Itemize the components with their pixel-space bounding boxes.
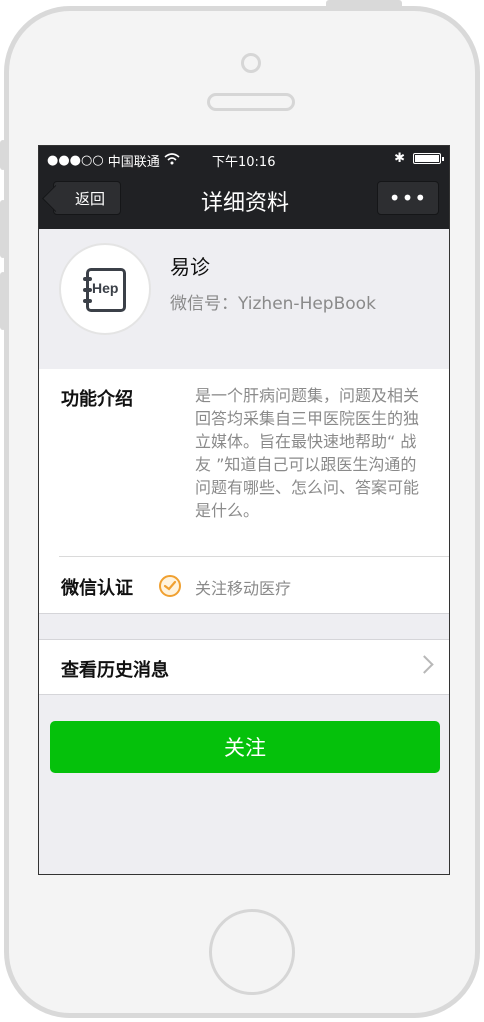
battery-icon [413, 153, 444, 164]
wifi-icon [164, 152, 180, 169]
volume-up-button [0, 200, 6, 258]
more-button[interactable]: ••• [377, 181, 439, 215]
status-bar: ●●●○○ 中国联通 下午10:16 ✱ [39, 146, 449, 173]
wechat-id: 微信号：Yizhen-HepBook [170, 294, 376, 314]
more-dots-icon: ••• [388, 186, 428, 210]
account-name: 易诊 [170, 255, 210, 279]
avatar[interactable]: Hep [59, 243, 151, 335]
history-messages-row[interactable]: 查看历史消息 [39, 639, 449, 695]
verified-check-icon [159, 575, 181, 597]
history-label: 查看历史消息 [61, 660, 169, 681]
intro-label: 功能介绍 [61, 389, 133, 410]
app-screen: ●●●○○ 中国联通 下午10:16 ✱ 返回 详细资料 ••• Hep 易诊 … [38, 145, 450, 875]
bluetooth-icon: ✱ [394, 151, 405, 166]
profile-header: Hep 易诊 微信号：Yizhen-HepBook [39, 229, 449, 370]
earpiece-speaker [207, 93, 295, 111]
divider [59, 556, 449, 557]
home-button[interactable] [209, 909, 295, 995]
chevron-right-icon [415, 655, 434, 674]
follow-button[interactable]: 关注 [50, 721, 440, 773]
front-camera [241, 53, 261, 73]
nav-bar: 返回 详细资料 ••• [39, 173, 449, 229]
intro-text: 是一个肝病问题集，问题及相关回答均采集自三甲医院医生的独立媒体。旨在最快速地帮助… [195, 386, 420, 520]
power-button [326, 0, 402, 8]
verify-text: 关注移动医疗 [195, 579, 292, 598]
status-time: 下午10:16 [212, 155, 276, 170]
hep-book-icon: Hep [83, 268, 126, 312]
carrier-name: 中国联通 [107, 155, 160, 170]
info-section: 功能介绍 是一个肝病问题集，问题及相关回答均采集自三甲医院医生的独立媒体。旨在最… [39, 369, 449, 614]
volume-down-button [0, 272, 6, 330]
verify-label: 微信认证 [61, 578, 133, 599]
signal-strength: ●●●○○ [47, 153, 104, 168]
mute-switch [0, 140, 6, 170]
avatar-text: Hep [92, 280, 119, 296]
